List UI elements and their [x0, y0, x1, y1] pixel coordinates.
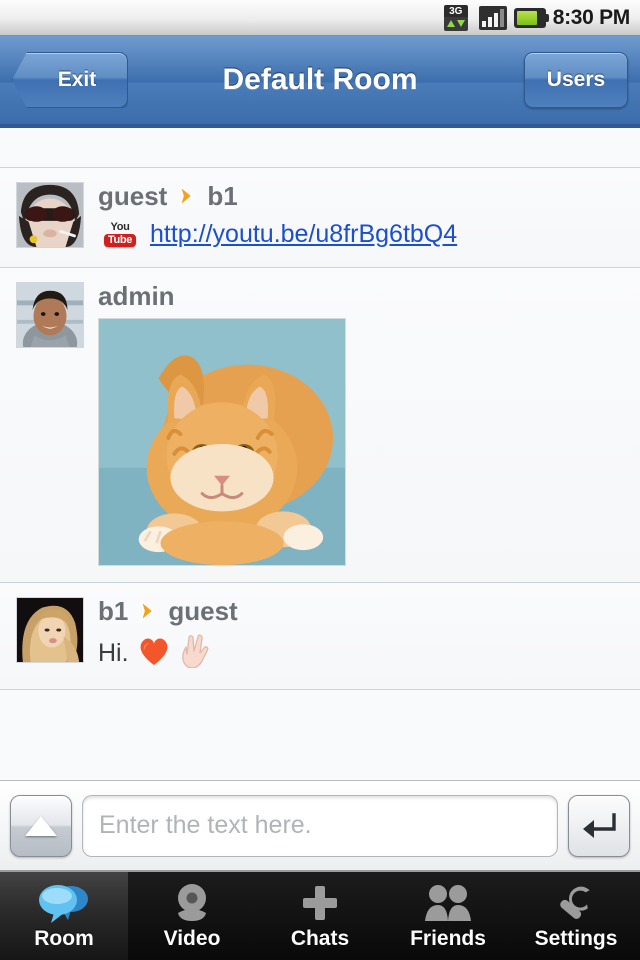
avatar-guest[interactable]	[16, 182, 84, 248]
plus-icon	[299, 881, 341, 925]
webcam-icon	[170, 881, 214, 925]
message-text: Hi.	[98, 638, 129, 667]
heart-emoji-icon	[137, 635, 171, 672]
tab-friends-label: Friends	[410, 927, 486, 950]
message-input-bar	[0, 780, 640, 872]
tab-bar: Room Video Chats Friends Settings	[0, 872, 640, 960]
triangle-up-icon[interactable]	[10, 794, 72, 857]
message-sender: admin	[98, 280, 175, 311]
avatar-b1[interactable]	[16, 597, 84, 664]
arrow-right-icon	[177, 184, 197, 208]
tab-room[interactable]: Room	[0, 872, 128, 960]
status-bar: 3G 8:30 PM	[0, 0, 640, 36]
message-list[interactable]: guest b1 You Tube http://youtu.be/u8frBg…	[0, 128, 640, 780]
battery-icon	[513, 7, 549, 28]
tab-video[interactable]: Video	[128, 872, 256, 960]
message-sender: b1	[98, 596, 129, 627]
tab-friends[interactable]: Friends	[384, 872, 512, 960]
tab-settings-label: Settings	[534, 927, 618, 950]
upload-arrow-icon	[446, 20, 455, 27]
app-header: Exit Default Room Users	[0, 36, 640, 128]
message-recipient: guest	[168, 596, 238, 627]
download-arrow-icon	[456, 20, 465, 27]
exit-button[interactable]: Exit	[12, 52, 128, 108]
victory-hand-emoji-icon	[179, 634, 211, 673]
tab-chats[interactable]: Chats	[256, 872, 384, 960]
return-arrow-icon[interactable]	[568, 794, 630, 857]
exit-button-label: Exit	[57, 68, 97, 91]
tab-video-label: Video	[163, 927, 221, 950]
avatar-admin[interactable]	[16, 281, 84, 348]
orange-tabby-kitten-photo[interactable]	[98, 318, 346, 567]
message-row-guest[interactable]: guest b1 You Tube http://youtu.be/u8frBg…	[0, 168, 640, 268]
tab-settings[interactable]: Settings	[512, 872, 640, 960]
message-header: guest b1	[98, 182, 628, 211]
users-button[interactable]: Users	[524, 52, 628, 108]
message-row-b1[interactable]: b1 guest Hi.	[0, 583, 640, 690]
people-icon	[423, 881, 473, 925]
message-header: admin	[98, 280, 628, 311]
list-top-spacer	[0, 128, 640, 168]
message-row-admin[interactable]: admin	[0, 267, 640, 584]
chat-bubbles-icon	[38, 881, 90, 925]
arrow-right-icon	[138, 599, 158, 623]
message-link[interactable]: http://youtu.be/u8frBg6tbQ4	[150, 220, 457, 249]
youtube-icon: You Tube	[98, 219, 142, 251]
tab-chats-label: Chats	[290, 927, 350, 950]
wrench-icon	[554, 881, 598, 925]
3g-data-icon: 3G	[442, 4, 472, 31]
message-header: b1 guest	[98, 597, 628, 626]
tab-room-label: Room	[34, 927, 94, 950]
message-sender: guest	[98, 181, 168, 211]
status-time: 8:30 PM	[552, 5, 631, 29]
signal-bars-icon	[478, 5, 507, 30]
message-recipient: b1	[207, 181, 238, 211]
users-button-label: Users	[546, 68, 606, 91]
message-input[interactable]	[82, 794, 558, 857]
